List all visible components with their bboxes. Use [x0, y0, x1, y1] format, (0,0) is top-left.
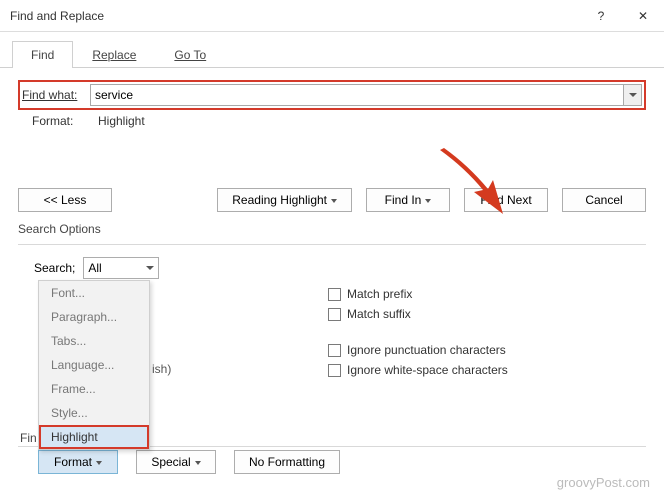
- close-icon: ✕: [638, 9, 648, 23]
- tab-goto[interactable]: Go To: [155, 41, 225, 68]
- format-value: Highlight: [98, 114, 145, 128]
- format-menu-language[interactable]: Language...: [39, 353, 149, 377]
- tab-find[interactable]: Find: [12, 41, 73, 68]
- checkbox-icon: [328, 288, 341, 301]
- format-menu-tabs[interactable]: Tabs...: [39, 329, 149, 353]
- cancel-button[interactable]: Cancel: [562, 188, 646, 212]
- window-title: Find and Replace: [10, 9, 580, 23]
- action-buttons-row: << Less Reading Highlight Find In Find N…: [18, 188, 646, 212]
- special-button[interactable]: Special: [136, 450, 216, 474]
- chevron-down-icon: [92, 455, 102, 469]
- search-direction-select[interactable]: All: [83, 257, 159, 279]
- find-what-label: Find what:: [22, 88, 82, 102]
- options-right-column: Match prefix Match suffix Ignore punctua…: [318, 287, 508, 437]
- search-direction-row: Search; All: [34, 257, 646, 279]
- footer-buttons: Format Special No Formatting: [38, 450, 340, 474]
- chevron-down-icon: [421, 193, 431, 207]
- search-direction-label: Search;: [34, 261, 75, 275]
- obscured-text-fragment: ish): [152, 362, 171, 376]
- checkbox-label: Match suffix: [347, 307, 411, 321]
- format-menu-style[interactable]: Style...: [39, 401, 149, 425]
- find-in-button[interactable]: Find In: [366, 188, 450, 212]
- find-next-button[interactable]: Find Next: [464, 188, 548, 212]
- chevron-down-icon: [629, 93, 637, 97]
- checkbox-icon: [328, 308, 341, 321]
- format-menu-font[interactable]: Font...: [39, 281, 149, 305]
- less-button[interactable]: << Less: [18, 188, 112, 212]
- chevron-down-icon: [191, 455, 201, 469]
- no-formatting-button[interactable]: No Formatting: [234, 450, 340, 474]
- find-what-row: Find what:: [18, 80, 646, 110]
- ignore-whitespace-checkbox[interactable]: Ignore white-space characters: [328, 363, 508, 377]
- find-section-label: Fin: [20, 431, 37, 445]
- tab-replace[interactable]: Replace: [73, 41, 155, 68]
- checkbox-label: Ignore white-space characters: [347, 363, 508, 377]
- find-what-input-wrap: [90, 84, 642, 106]
- match-suffix-checkbox[interactable]: Match suffix: [328, 307, 508, 321]
- match-prefix-checkbox[interactable]: Match prefix: [328, 287, 508, 301]
- format-menu-paragraph[interactable]: Paragraph...: [39, 305, 149, 329]
- help-button[interactable]: ?: [580, 0, 622, 32]
- format-menu-popup: Font... Paragraph... Tabs... Language...…: [38, 280, 150, 450]
- search-options-label: Search Options: [18, 222, 646, 236]
- checkbox-label: Match prefix: [347, 287, 412, 301]
- checkbox-icon: [328, 344, 341, 357]
- checkbox-label: Ignore punctuation characters: [347, 343, 506, 357]
- watermark: groovyPost.com: [557, 475, 650, 490]
- find-format-row: Format: Highlight: [18, 114, 646, 128]
- tab-strip: Find Replace Go To: [0, 32, 664, 68]
- titlebar: Find and Replace ? ✕: [0, 0, 664, 32]
- find-what-input[interactable]: [90, 84, 642, 106]
- chevron-down-icon: [146, 266, 154, 270]
- checkbox-icon: [328, 364, 341, 377]
- format-menu-highlight[interactable]: Highlight: [39, 425, 149, 449]
- search-direction-value: All: [88, 261, 101, 275]
- format-label: Format:: [18, 114, 90, 128]
- find-what-dropdown[interactable]: [623, 85, 641, 105]
- ignore-punctuation-checkbox[interactable]: Ignore punctuation characters: [328, 343, 508, 357]
- format-button[interactable]: Format: [38, 450, 118, 474]
- chevron-down-icon: [327, 193, 337, 207]
- close-button[interactable]: ✕: [622, 0, 664, 32]
- reading-highlight-button[interactable]: Reading Highlight: [217, 188, 352, 212]
- format-menu-frame[interactable]: Frame...: [39, 377, 149, 401]
